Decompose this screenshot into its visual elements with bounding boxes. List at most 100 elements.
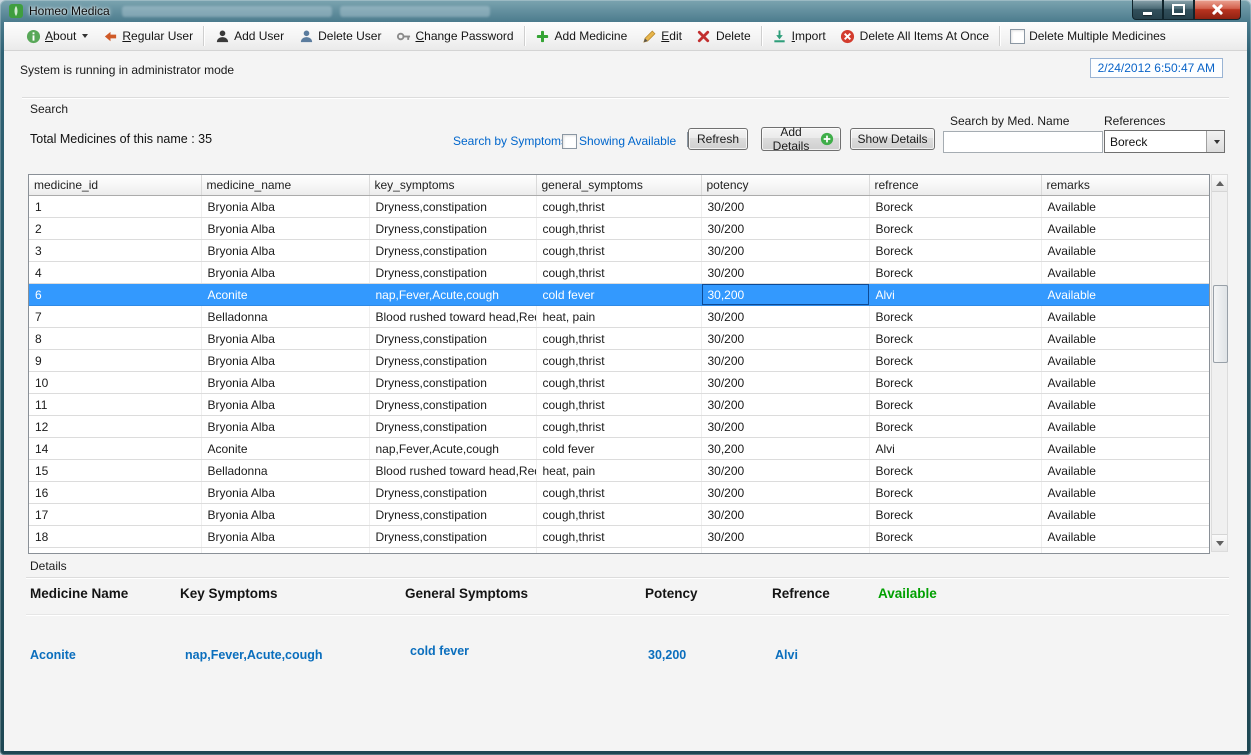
grid-cell[interactable]: 30/200	[701, 393, 870, 416]
grid-cell[interactable]: Dryness,constipation	[369, 217, 537, 240]
grid-cell[interactable]: Dryness,constipation	[369, 415, 537, 438]
show-details-button[interactable]: Show Details	[850, 128, 935, 150]
grid-cell[interactable]: cough,thrist	[536, 349, 702, 372]
grid-cell[interactable]: 17	[29, 503, 202, 526]
grid-cell[interactable]: Dryness,constipation	[369, 327, 537, 350]
grid-cell[interactable]: 7	[29, 305, 202, 328]
grid-cell[interactable]: 2	[29, 217, 202, 240]
grid-cell[interactable]: Boreck	[869, 239, 1042, 262]
grid-cell[interactable]: Dryness,constipation	[369, 261, 537, 284]
grid-cell[interactable]: Boreck	[869, 459, 1042, 482]
table-row[interactable]: 11 Bryonia Alba Dryness,constipation cough,…	[29, 393, 1209, 416]
grid-cell[interactable]: Boreck	[869, 327, 1042, 350]
grid-cell[interactable]: cough,thrist	[536, 217, 702, 240]
showing-available-label[interactable]: Showing Available	[579, 134, 676, 148]
grid-cell[interactable]: Dryness,constipation	[369, 481, 537, 504]
scroll-up-button[interactable]	[1212, 175, 1227, 192]
grid-cell[interactable]: 18	[29, 525, 202, 548]
grid-cell[interactable]: Available	[1041, 393, 1209, 416]
grid-cell[interactable]: Bryonia Alba	[201, 349, 370, 372]
grid-cell[interactable]: Dryness,constipation	[369, 371, 537, 394]
grid-cell[interactable]: cough,thrist	[536, 393, 702, 416]
table-row[interactable]: 14 Aconite nap,Fever,Acute,cough cold fever…	[29, 437, 1209, 460]
grid-cell[interactable]: 30/200	[701, 261, 870, 284]
grid-cell[interactable]: Boreck	[869, 349, 1042, 372]
grid-cell[interactable]: 6	[29, 283, 202, 306]
grid-cell[interactable]: Bryonia Alba	[201, 481, 370, 504]
toolbar-delete-all-items[interactable]: Delete All Items At Once	[833, 24, 996, 48]
grid-cell[interactable]: Bryonia Alba	[201, 415, 370, 438]
table-row[interactable]: 17 Bryonia Alba Dryness,constipation cough,…	[29, 503, 1209, 526]
grid-cell[interactable]: Available	[1041, 481, 1209, 504]
grid-cell[interactable]: cough,thrist	[536, 327, 702, 350]
grid-cell[interactable]: 9	[29, 349, 202, 372]
toolbar-change-password[interactable]: Change Password	[388, 24, 520, 48]
grid-cell[interactable]: Bryonia Alba	[201, 393, 370, 416]
grid-cell[interactable]: Dryness,constipation	[369, 525, 537, 548]
refresh-button[interactable]: Refresh	[688, 128, 748, 150]
grid-cell[interactable]: Available	[1041, 547, 1209, 553]
table-row[interactable]: 6 Aconite nap,Fever,Acute,cough cold fever 3…	[29, 283, 1209, 306]
grid-cell[interactable]: Available	[1041, 371, 1209, 394]
grid-cell[interactable]: Bryonia Alba	[201, 261, 370, 284]
grid-cell[interactable]: Boreck	[869, 415, 1042, 438]
toolbar-delete[interactable]: Delete	[689, 24, 758, 48]
grid-cell[interactable]: 30/200	[701, 481, 870, 504]
grid-column-header[interactable]: key_symptoms	[369, 175, 537, 196]
grid-cell[interactable]: Dryness,constipation	[369, 239, 537, 262]
grid-cell[interactable]: Bryonia Alba	[201, 239, 370, 262]
grid-cell[interactable]: 30,200	[701, 437, 870, 460]
grid-cell[interactable]: Available	[1041, 239, 1209, 262]
grid-cell[interactable]: Belladonna	[201, 459, 370, 482]
toolbar-edit[interactable]: Edit	[634, 24, 689, 48]
grid-cell[interactable]: Aconite	[201, 283, 370, 306]
table-row[interactable]: 10 Bryonia Alba Dryness,constipation cough,…	[29, 371, 1209, 394]
table-row[interactable]: 12 Bryonia Alba Dryness,constipation cough,…	[29, 415, 1209, 438]
grid-cell[interactable]: Available	[1041, 305, 1209, 328]
delete-multiple-checkbox[interactable]	[1010, 28, 1026, 44]
grid-cell[interactable]: cold fever	[536, 437, 702, 460]
grid-cell[interactable]: cough,thrist	[536, 481, 702, 504]
table-row[interactable]: 19Bryonia AlbaDryness,constipationcough,…	[29, 547, 1209, 553]
grid-cell[interactable]: cough,thrist	[536, 503, 702, 526]
grid-cell[interactable]: Boreck	[869, 195, 1042, 218]
grid-cell[interactable]: Available	[1041, 525, 1209, 548]
grid-cell[interactable]: 30/200	[701, 349, 870, 372]
grid-column-header[interactable]: potency	[701, 175, 870, 196]
add-details-button[interactable]: Add Details	[761, 125, 841, 153]
grid-cell[interactable]: 10	[29, 371, 202, 394]
toolbar-regular-user[interactable]: Regular User	[95, 24, 200, 48]
grid-cell[interactable]: 30/200	[701, 459, 870, 482]
table-row[interactable]: 2 Bryonia Alba Dryness,constipation cough,t…	[29, 217, 1209, 240]
toolbar-import[interactable]: Import	[765, 24, 833, 48]
grid-cell[interactable]: Bryonia Alba	[201, 503, 370, 526]
table-row[interactable]: 18 Bryonia Alba Dryness,constipation cough,…	[29, 525, 1209, 548]
grid-cell[interactable]: Blood rushed toward head,Red...	[369, 305, 537, 328]
grid-vertical-scrollbar[interactable]	[1211, 174, 1228, 552]
titlebar[interactable]: Homeo Medica	[0, 0, 1251, 22]
grid-cell[interactable]: 30,200	[701, 283, 870, 306]
scroll-down-button[interactable]	[1212, 534, 1227, 551]
grid-cell[interactable]: 30/200	[701, 217, 870, 240]
grid-cell[interactable]: Dryness,constipation	[369, 393, 537, 416]
grid-cell[interactable]: Available	[1041, 459, 1209, 482]
grid-cell[interactable]: Dryness,constipation	[369, 349, 537, 372]
grid-cell[interactable]: Bryonia Alba	[201, 327, 370, 350]
grid-cell[interactable]: Available	[1041, 195, 1209, 218]
toolbar-delete-multiple-medicines[interactable]: Delete Multiple Medicines	[1003, 24, 1173, 48]
grid-column-header[interactable]: medicine_name	[201, 175, 370, 196]
grid-cell[interactable]: Available	[1041, 261, 1209, 284]
close-button[interactable]	[1194, 0, 1241, 20]
grid-cell[interactable]: nap,Fever,Acute,cough	[369, 437, 537, 460]
grid-cell[interactable]: 12	[29, 415, 202, 438]
grid-cell[interactable]: 30/200	[701, 503, 870, 526]
toolbar-add-user[interactable]: Add User	[207, 24, 291, 48]
grid-cell[interactable]: Aconite	[201, 437, 370, 460]
grid-cell[interactable]: cough,thrist	[536, 195, 702, 218]
grid-cell[interactable]: nap,Fever,Acute,cough	[369, 283, 537, 306]
grid-cell[interactable]: Boreck	[869, 217, 1042, 240]
references-dropdown[interactable]: Boreck	[1104, 130, 1225, 153]
grid-cell[interactable]: Boreck	[869, 525, 1042, 548]
grid-cell[interactable]: Available	[1041, 327, 1209, 350]
grid-cell[interactable]: Available	[1041, 503, 1209, 526]
